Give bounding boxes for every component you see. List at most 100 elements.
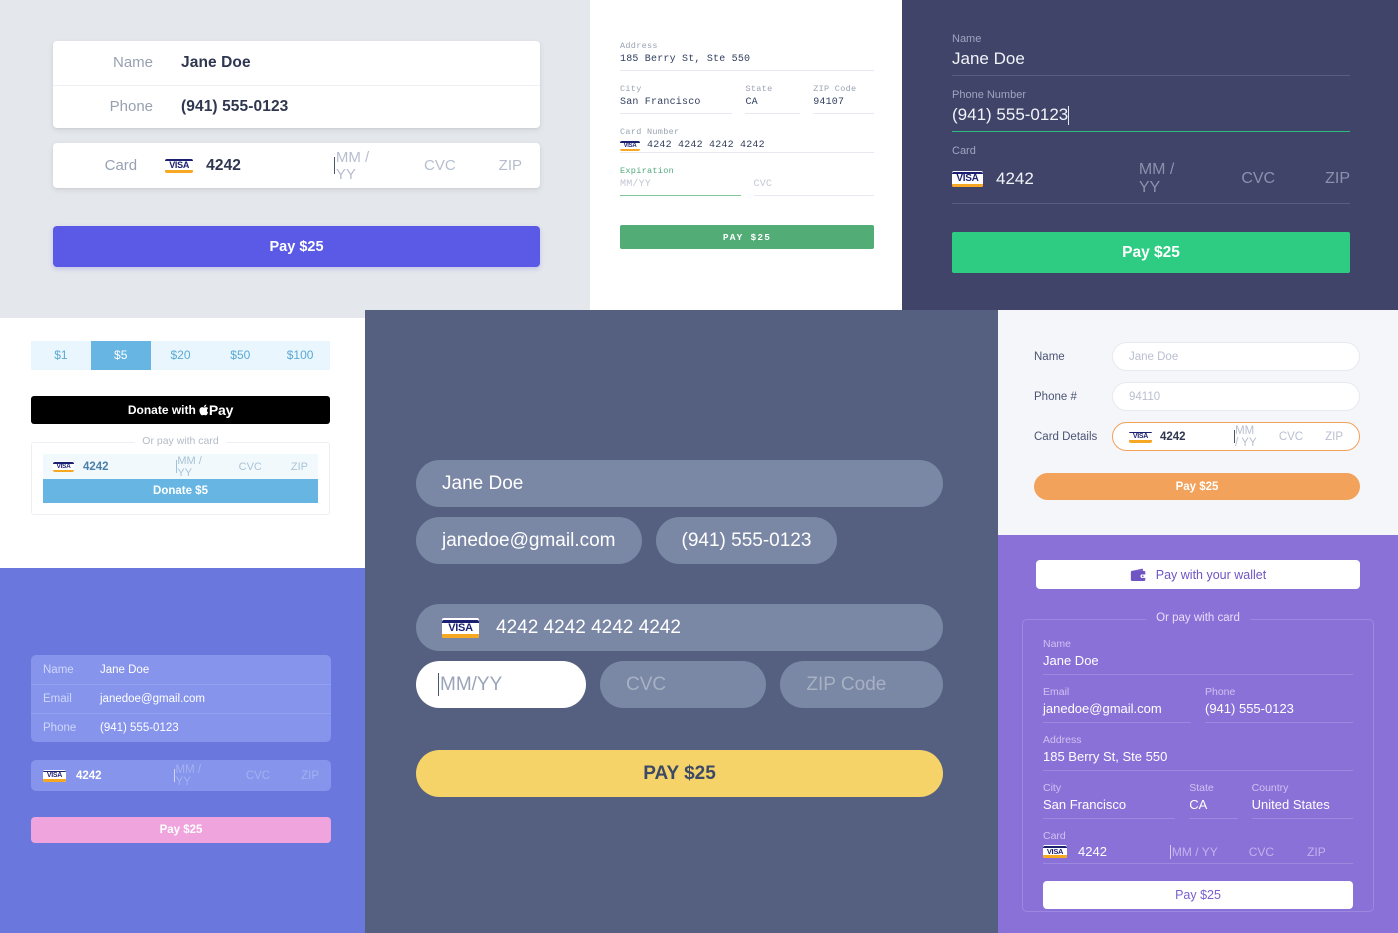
visa-icon: VISA [442,617,479,638]
name-field[interactable]: Name Jane Doe [952,33,1350,76]
city-field[interactable]: San Francisco [620,97,733,114]
card-last4: 4242 [83,460,109,473]
phone-input[interactable]: (941) 555-0123 [655,517,838,564]
card-field[interactable]: Card VISA 4242 MM / YY CVC ZIP [952,145,1350,205]
cvc-placeholder[interactable]: CVC [239,461,262,473]
state-field[interactable]: State CA [1189,782,1238,819]
name-value: Jane Doe [181,53,251,71]
text-cursor [334,157,335,174]
zip-placeholder[interactable]: ZIP [1325,431,1343,443]
email-field[interactable]: Email janedoe@gmail.com [1043,686,1191,723]
expiry-placeholder[interactable]: MM / YY [336,149,382,183]
city-label: City [620,84,642,94]
visa-icon: VISA [952,171,983,188]
name-value: Jane Doe [1043,653,1099,668]
pay-with-wallet-button[interactable]: Pay with your wallet [1036,560,1360,589]
phone-label: Phone [43,722,77,734]
expiry-placeholder[interactable]: MM / YY [1139,161,1195,197]
zip-group: ZIP Code 94107 [813,84,874,114]
address-field[interactable]: 185 Berry St, Ste 550 [620,54,874,71]
expiry-input[interactable]: MM/YY [416,661,586,708]
text-cursor [438,673,439,696]
cvc-placeholder[interactable]: CVC [1279,431,1303,443]
donate-button[interactable]: Donate $5 [43,479,318,503]
pay-button[interactable]: PAY $25 [416,750,943,797]
expiry-placeholder[interactable]: MM / YY [1172,845,1218,859]
phone-field[interactable]: Phone Number (941) 555-0123 [952,89,1350,133]
amount-option-20[interactable]: $20 [150,341,211,370]
pay-button[interactable]: Pay $25 [1034,473,1360,500]
state-field[interactable]: CA [745,97,801,114]
pay-button[interactable]: Pay $25 [1043,881,1353,909]
name-input[interactable]: Jane Doe [1112,342,1360,371]
card-label: Card Details [1034,430,1098,443]
name-row[interactable]: Name Jane Doe [53,41,540,85]
card-last4: 4242 [1078,844,1107,859]
cvc-placeholder[interactable]: CVC [246,770,270,782]
amount-option-50[interactable]: $50 [210,341,271,370]
name-field[interactable]: Name Jane Doe [1043,638,1353,675]
card-number-input[interactable]: VISA 4242 4242 4242 4242 [416,604,943,651]
email-label: Email [1043,686,1070,698]
amount-option-1[interactable]: $1 [31,341,91,370]
expiry-placeholder: MM/YY [440,673,503,695]
zip-placeholder[interactable]: ZIP [291,461,308,473]
amount-option-5[interactable]: $5 [90,341,151,370]
card-row[interactable]: Card VISA 4242 MM / YY CVC ZIP [53,143,540,188]
email-row[interactable]: Email janedoe@gmail.com [31,684,331,713]
address-field[interactable]: Address 185 Berry St, Ste 550 [1043,734,1353,771]
city-value: San Francisco [620,97,701,108]
cvc-placeholder[interactable]: CVC [1241,170,1275,188]
expiry-placeholder[interactable]: MM / YY [177,455,209,479]
expiry-placeholder[interactable]: MM / YY [176,764,217,788]
address-group: Address 185 Berry St, Ste 550 [620,41,874,71]
zip-placeholder[interactable]: ZIP [499,157,522,174]
pay-button[interactable]: Pay $25 [952,232,1350,274]
amount-option-100[interactable]: $100 [270,341,330,370]
country-value: United States [1251,797,1330,812]
cvc-input[interactable]: CVC [599,661,767,708]
zip-placeholder[interactable]: ZIP [301,770,319,782]
zip-placeholder: ZIP Code [806,673,887,695]
phone-input[interactable]: 94110 [1112,382,1360,411]
state-group: State CA [745,84,801,114]
name-row[interactable]: Name Jane Doe [31,655,331,684]
card-entry-card: Card VISA 4242 MM / YY CVC ZIP [53,143,540,188]
card-row[interactable]: VISA 4242 MM / YY CVC ZIP [31,760,331,791]
phone-row[interactable]: Phone (941) 555-0123 [53,84,540,129]
expiry-placeholder[interactable]: MM / YY [1235,425,1257,449]
wallet-glyph-icon [1130,568,1146,581]
card-row[interactable]: VISA 4242 MM / YY CVC ZIP [43,454,318,479]
card-number-field[interactable]: VISA 4242 4242 4242 4242 [620,140,874,153]
zip-input[interactable]: ZIP Code [780,661,943,708]
phone-field[interactable]: Phone (941) 555-0123 [1205,686,1353,723]
city-group: City San Francisco [1043,782,1176,830]
zip-placeholder[interactable]: ZIP [1307,845,1326,859]
phone-value: (941) 555-0123 [1205,701,1294,716]
visa-icon: VISA [53,461,74,472]
pay-button[interactable]: Pay $25 [53,226,540,267]
card-field[interactable]: Card VISA 4242 MM / YY CVC ZIP [1043,830,1353,864]
pay-button[interactable]: Pay $25 [31,817,331,843]
cvc-placeholder[interactable]: CVC [424,157,456,174]
expiration-field[interactable]: MM/YY [620,179,741,196]
visa-icon: VISA [165,158,194,173]
city-field[interactable]: City San Francisco [1043,782,1176,819]
email-input[interactable]: janedoe@gmail.com [416,517,642,564]
cvc-field[interactable]: CVC [753,179,874,196]
phone-row[interactable]: Phone (941) 555-0123 [31,713,331,742]
pay-button[interactable]: PAY $25 [620,225,874,249]
panel-purple-wallet-checkout: Pay with your wallet Or pay with card Na… [998,535,1398,933]
zip-placeholder[interactable]: ZIP [1325,170,1350,188]
apple-glyph-icon [199,404,209,416]
name-input[interactable]: Jane Doe [416,460,943,507]
email-value: janedoe@gmail.com [1043,701,1162,716]
name-value: Jane Doe [442,472,524,494]
zip-field[interactable]: 94107 [813,97,874,114]
apple-pay-button[interactable]: Donate with Pay [31,396,330,424]
card-row: Card Details VISA 4242 MM / YY CVC ZIP [1034,422,1360,451]
country-field[interactable]: Country United States [1251,782,1353,819]
phone-value: (941) 555-0123 [952,105,1069,124]
card-input[interactable]: VISA 4242 MM / YY CVC ZIP [1112,422,1360,451]
cvc-placeholder[interactable]: CVC [1249,845,1274,859]
